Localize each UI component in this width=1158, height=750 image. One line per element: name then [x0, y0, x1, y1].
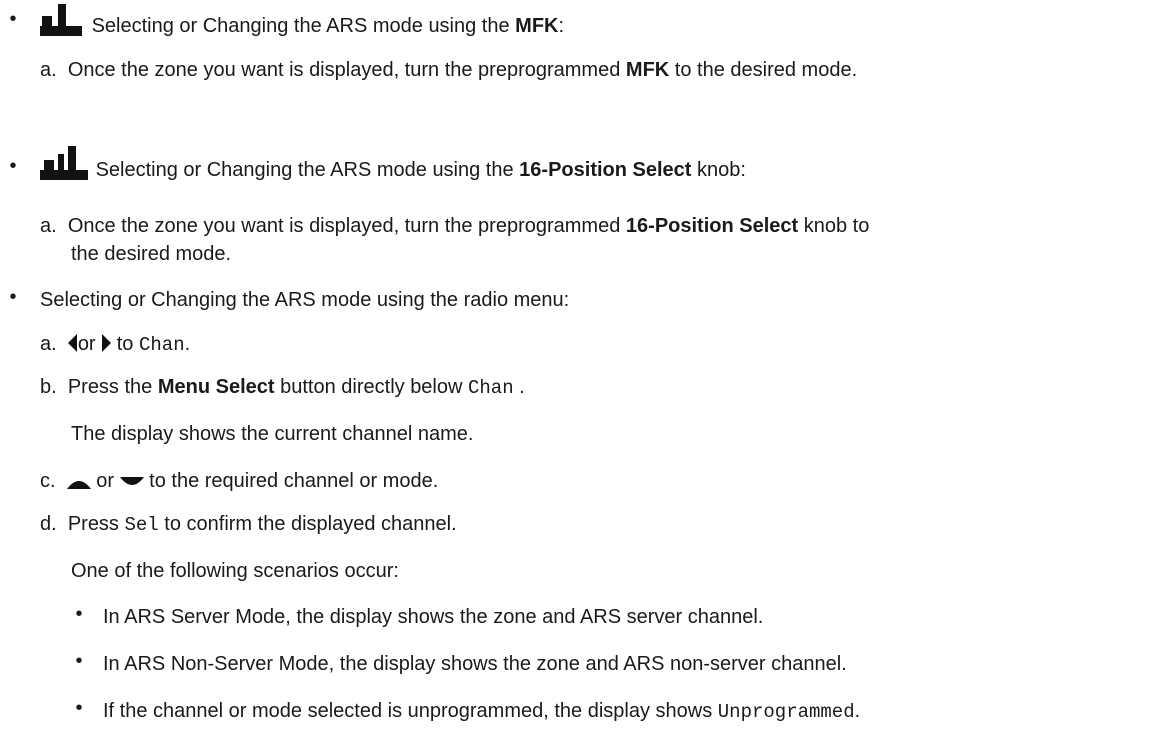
scenario-unprogrammed: If the channel or mode selected is unpro… [103, 700, 861, 723]
step-b-result: The display shows the current channel na… [71, 423, 474, 445]
step-d-result: One of the following scenarios occur: [71, 560, 399, 582]
sub-bullet: • [75, 650, 83, 672]
scenario-server: In ARS Server Mode, the display shows th… [103, 606, 764, 628]
left-arrow-icon [67, 334, 77, 352]
item-16pos-intro: Selecting or Changing the ARS mode using… [40, 146, 746, 184]
bullet: • [9, 286, 17, 308]
step-c: c. or to the required channel or mode. [40, 470, 439, 492]
item-radio-menu-intro: Selecting or Changing the ARS mode using… [40, 289, 570, 311]
right-arrow-icon [102, 334, 112, 352]
knob-icon [40, 146, 88, 180]
bullet: • [9, 8, 17, 30]
knob-icon [40, 4, 82, 36]
sub-bullet: • [75, 697, 83, 719]
item-mfk-intro: Selecting or Changing the ARS mode using… [40, 4, 564, 40]
step-d: d. Press Sel to confirm the displayed ch… [40, 513, 457, 536]
step-a: a. Once the zone you want is displayed, … [40, 59, 858, 81]
sub-bullet: • [75, 603, 83, 625]
down-arrow-icon [119, 477, 144, 485]
step-a: a. or to Chan. [40, 333, 191, 356]
step-a: a. Once the zone you want is displayed, … [40, 215, 870, 237]
up-arrow-icon [66, 481, 91, 489]
step-b: b. Press the Menu Select button directly… [40, 376, 525, 399]
step-a-continued: the desired mode. [71, 243, 232, 265]
bullet: • [9, 155, 17, 177]
scenario-non-server: In ARS Non-Server Mode, the display show… [103, 653, 847, 675]
